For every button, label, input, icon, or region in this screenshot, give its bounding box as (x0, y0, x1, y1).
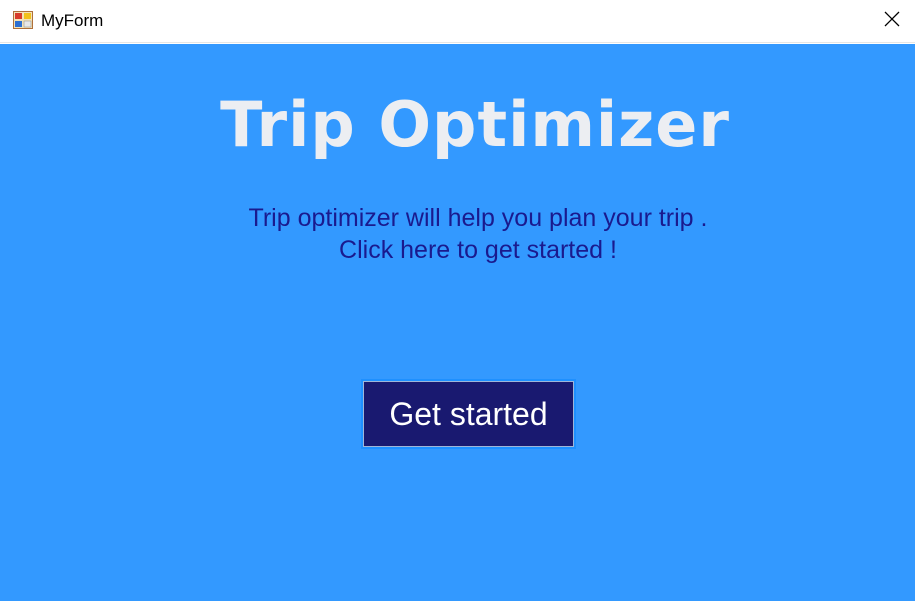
form-app-icon (13, 11, 33, 29)
form-client-area: Trip Optimizer Trip optimizer will help … (0, 44, 915, 601)
title-bar[interactable]: MyForm (0, 0, 915, 43)
description-line-1: Trip optimizer will help you plan your t… (248, 204, 708, 232)
page-title: Trip Optimizer (220, 88, 730, 161)
get-started-button[interactable]: Get started (361, 379, 576, 449)
close-icon (884, 11, 900, 31)
close-button[interactable] (869, 0, 915, 42)
description-label: Trip optimizer will help you plan your t… (0, 202, 915, 266)
window-title: MyForm (41, 11, 104, 30)
app-window: MyForm Trip Optimizer Trip optimizer wil… (0, 0, 915, 601)
description-line-2: Click here to get started ! (339, 236, 617, 264)
